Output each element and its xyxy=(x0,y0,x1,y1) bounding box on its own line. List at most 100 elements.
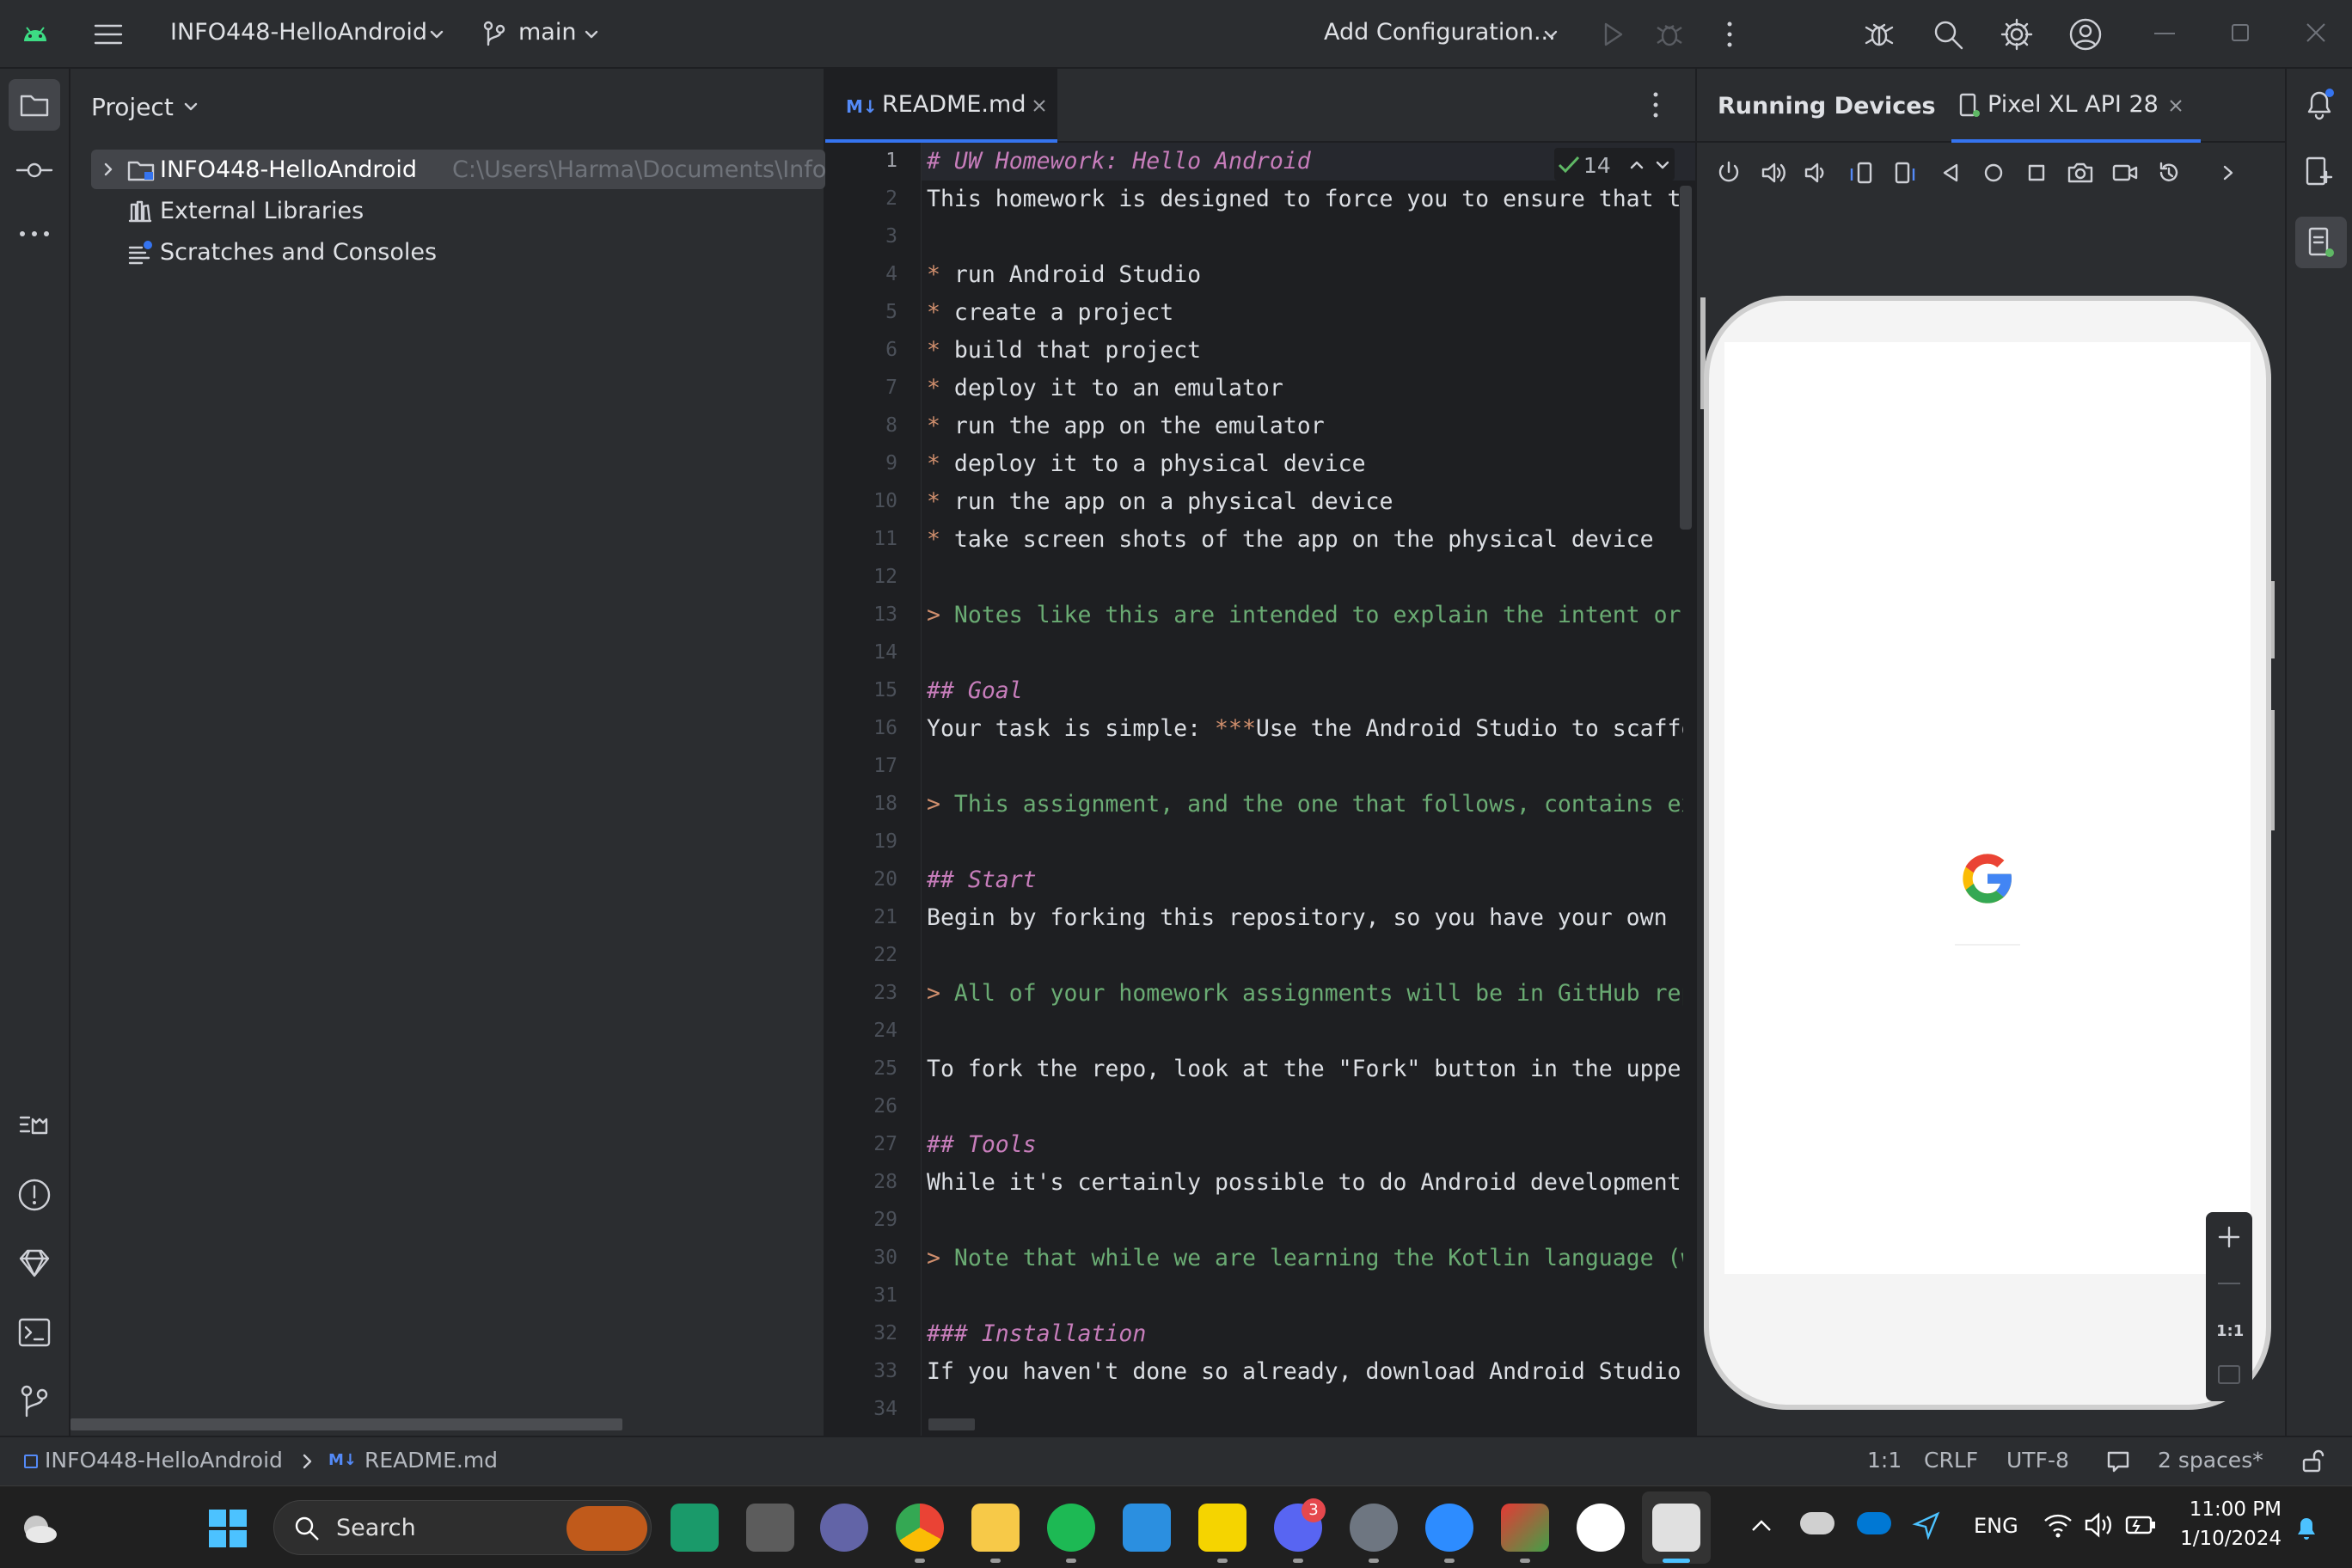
run-configuration-selector[interactable]: Add Configuration... xyxy=(1324,19,1556,46)
screen-record-icon[interactable] xyxy=(2111,160,2139,186)
battery-icon[interactable] xyxy=(2123,1512,2158,1538)
teams-chat-icon[interactable] xyxy=(820,1504,868,1552)
search-icon[interactable] xyxy=(1931,17,1965,52)
settings-app-icon[interactable] xyxy=(1350,1504,1398,1552)
horizontal-scrollbar[interactable] xyxy=(70,1418,622,1430)
zoom-in-icon[interactable] xyxy=(2216,1224,2242,1250)
chevron-down-icon[interactable] xyxy=(428,26,445,43)
back-icon[interactable] xyxy=(1938,160,1963,186)
cloud-sync-icon[interactable] xyxy=(1857,1512,1891,1534)
gem-icon[interactable] xyxy=(17,1248,52,1279)
windows-start-icon[interactable] xyxy=(208,1509,248,1548)
chrome-icon[interactable] xyxy=(896,1504,944,1552)
branch-name: main xyxy=(518,19,577,46)
minimize-icon[interactable] xyxy=(2154,33,2175,34)
overview-icon[interactable] xyxy=(2024,160,2049,186)
tab-device-pixel-xl[interactable]: Pixel XL API 28 xyxy=(1951,69,2201,143)
zoom-fit-icon[interactable] xyxy=(2218,1365,2240,1384)
tree-item-scratches[interactable]: Scratches and Consoles xyxy=(70,232,825,272)
debug-icon[interactable] xyxy=(1654,19,1685,50)
tab-options-icon[interactable] xyxy=(1651,89,1661,120)
notification-bell-icon[interactable] xyxy=(2294,1512,2319,1541)
zoom-reset-button[interactable]: 1:1 xyxy=(2216,1322,2244,1340)
logcat-icon[interactable] xyxy=(17,1111,52,1142)
chevron-down-icon[interactable] xyxy=(182,98,199,115)
snapshot-icon[interactable] xyxy=(2156,160,2182,186)
caret-position[interactable]: 1:1 xyxy=(1867,1448,1902,1473)
problems-icon[interactable] xyxy=(17,1178,52,1212)
close-tab-icon[interactable] xyxy=(1032,98,1047,113)
inspection-widget[interactable]: 14 xyxy=(1554,148,1675,181)
power-icon[interactable] xyxy=(1716,160,1742,186)
run-icon[interactable] xyxy=(1597,19,1628,50)
app-inspection-bug-icon[interactable] xyxy=(1862,17,1896,52)
tree-item-label: Scratches and Consoles xyxy=(160,239,438,266)
commit-icon[interactable] xyxy=(15,160,53,181)
volume-down-icon[interactable] xyxy=(1804,160,1829,186)
sticky-notes-icon[interactable] xyxy=(1198,1504,1246,1552)
spotify-icon[interactable] xyxy=(1047,1504,1095,1552)
language-indicator[interactable]: ENG xyxy=(1974,1514,2018,1538)
copilot-icon[interactable] xyxy=(671,1504,719,1552)
lock-icon[interactable] xyxy=(2300,1449,2324,1473)
chevron-down-icon[interactable] xyxy=(583,26,600,43)
android-studio-app-icon[interactable] xyxy=(1577,1504,1625,1552)
code-area[interactable]: # UW Homework: Hello Android This homewor… xyxy=(825,143,1685,1436)
chevron-down-icon[interactable] xyxy=(1542,26,1559,43)
clock-date[interactable]: 1/10/2024 xyxy=(2180,1528,2282,1550)
chevron-up-icon[interactable] xyxy=(1750,1517,1773,1534)
home-icon[interactable] xyxy=(1981,160,2006,186)
device-screen[interactable] xyxy=(1724,342,2251,1274)
tab-readme[interactable]: M↓ README.md xyxy=(825,69,1057,143)
project-tool-button[interactable] xyxy=(9,79,60,131)
file-explorer-icon[interactable] xyxy=(971,1504,1020,1552)
tree-item-project-root[interactable]: INFO448-HelloAndroid C:\Users\Harma\Docu… xyxy=(91,150,825,189)
close-window-icon[interactable] xyxy=(2306,22,2326,43)
restore-icon[interactable] xyxy=(2232,24,2249,41)
file-encoding[interactable]: UTF-8 xyxy=(2006,1448,2069,1473)
chevron-right-icon[interactable] xyxy=(100,161,117,178)
weather-icon[interactable] xyxy=(17,1509,60,1547)
reader-mode-icon[interactable] xyxy=(2106,1449,2130,1473)
breadcrumb-file[interactable]: README.md xyxy=(364,1448,498,1473)
rotate-left-icon[interactable] xyxy=(1848,160,1874,186)
chevron-down-icon[interactable] xyxy=(1654,156,1671,174)
location-arrow-icon[interactable] xyxy=(1912,1510,1941,1540)
terminal-icon[interactable] xyxy=(17,1317,52,1348)
horizontal-scrollbar[interactable] xyxy=(928,1418,975,1430)
screenshot-icon[interactable] xyxy=(2067,160,2094,186)
line-separator[interactable]: CRLF xyxy=(1924,1448,1978,1473)
main-menu-icon[interactable] xyxy=(93,19,124,50)
settings-gear-icon[interactable] xyxy=(2000,17,2034,52)
volume-up-icon[interactable] xyxy=(1761,160,1786,186)
close-tab-icon[interactable] xyxy=(2168,98,2184,113)
breadcrumb-project[interactable]: INFO448-HelloAndroid xyxy=(45,1448,283,1473)
git-client-icon[interactable] xyxy=(1501,1504,1549,1552)
task-view-icon[interactable] xyxy=(746,1504,794,1552)
account-avatar-icon[interactable] xyxy=(2068,17,2103,52)
taskbar-search-box[interactable]: Search xyxy=(273,1500,652,1555)
more-actions-icon[interactable] xyxy=(1714,19,1745,50)
wifi-icon[interactable] xyxy=(2043,1510,2073,1540)
vscode-icon[interactable] xyxy=(1123,1504,1171,1552)
volume-icon[interactable] xyxy=(2084,1510,2115,1540)
onedrive-icon[interactable] xyxy=(1800,1512,1834,1534)
emulator-app-icon[interactable] xyxy=(1652,1504,1700,1552)
indent-setting[interactable]: 2 spaces* xyxy=(2158,1448,2263,1473)
rotate-right-icon[interactable] xyxy=(1893,160,1919,186)
clock-time[interactable]: 11:00 PM xyxy=(2187,1498,2282,1521)
vertical-scrollbar[interactable] xyxy=(1680,186,1692,530)
chevron-up-icon[interactable] xyxy=(1628,156,1645,174)
notifications-icon[interactable] xyxy=(2302,86,2337,120)
project-view-selector[interactable]: Project xyxy=(91,93,174,121)
version-control-icon[interactable] xyxy=(19,1384,50,1418)
tree-item-external-libraries[interactable]: External Libraries xyxy=(70,191,825,230)
zoom-out-icon[interactable] xyxy=(2218,1283,2240,1284)
more-tools-icon[interactable] xyxy=(17,229,52,239)
running-devices-tool-button[interactable] xyxy=(2295,217,2347,268)
zoom-app-icon[interactable] xyxy=(1425,1504,1473,1552)
device-manager-icon[interactable] xyxy=(2302,155,2337,189)
chevron-right-icon[interactable] xyxy=(2220,163,2237,182)
branch-switcher[interactable]: main xyxy=(518,19,576,46)
project-switcher[interactable]: INFO448-HelloAndroid xyxy=(170,19,427,46)
